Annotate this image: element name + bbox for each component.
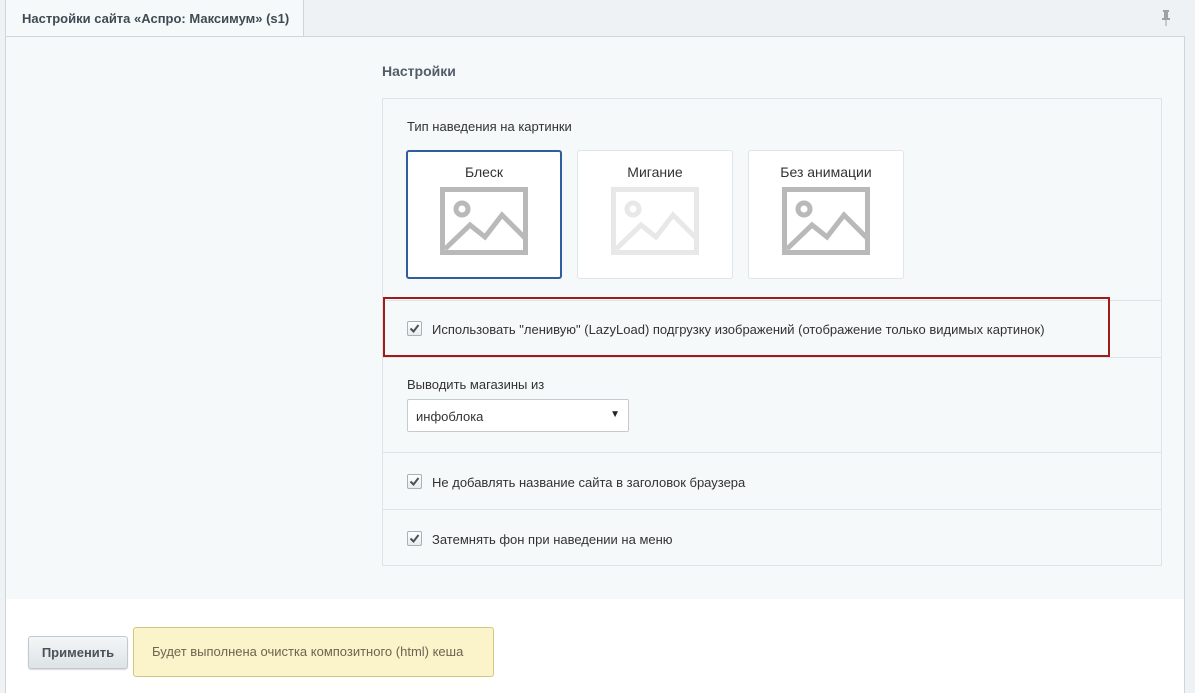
stores-select-value: инфоблока <box>416 409 484 424</box>
cache-notice: Будет выполнена очистка композитного (ht… <box>133 627 494 677</box>
image-placeholder-icon <box>440 187 528 255</box>
dropdown-arrow-icon: ▼ <box>610 409 620 420</box>
settings-tab[interactable]: Настройки сайта «Аспро: Максимум» (s1) <box>5 0 304 37</box>
image-placeholder-icon <box>782 187 870 255</box>
section-title: Настройки <box>382 63 456 79</box>
footer-bar: Применить Будет выполнена очистка композ… <box>5 599 1185 693</box>
no-site-name-label: Не добавлять название сайта в заголовок … <box>432 475 746 490</box>
no-site-name-checkbox[interactable] <box>407 474 422 489</box>
tab-title: Настройки сайта «Аспро: Максимум» (s1) <box>22 11 290 26</box>
darken-menu-checkbox[interactable] <box>407 531 422 546</box>
row-divider <box>383 452 1161 453</box>
darken-menu-label: Затемнять фон при наведении на меню <box>432 532 673 547</box>
image-placeholder-icon <box>611 187 699 255</box>
apply-button[interactable]: Применить <box>28 636 128 669</box>
checkmark-icon <box>409 477 420 487</box>
row-divider <box>383 509 1161 510</box>
hover-option-label: Без анимации <box>780 164 872 180</box>
hover-option-label: Мигание <box>627 164 683 180</box>
hover-option-label: Блеск <box>464 164 504 180</box>
hover-type-label: Тип наведения на картинки <box>407 119 572 134</box>
stores-label: Выводить магазины из <box>407 377 545 392</box>
checkmark-icon <box>409 534 420 544</box>
lazyload-highlight-frame <box>383 297 1110 357</box>
hover-option-shine[interactable]: Блеск <box>406 150 562 279</box>
row-divider <box>383 357 1161 358</box>
hover-option-none[interactable]: Без анимации <box>748 150 904 279</box>
stores-select[interactable]: инфоблока ▼ <box>407 399 629 432</box>
hover-option-blink[interactable]: Мигание <box>577 150 733 279</box>
pin-icon[interactable] <box>1160 9 1172 27</box>
cache-notice-text: Будет выполнена очистка композитного (ht… <box>152 644 464 659</box>
